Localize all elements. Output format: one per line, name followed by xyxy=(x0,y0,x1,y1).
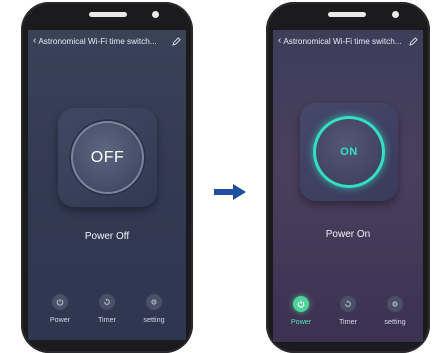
header-bar: ‹ Astronomical Wi-Fi time switch... xyxy=(28,30,186,52)
nav-label-power: Power xyxy=(290,317,312,326)
nav-label-power: Power xyxy=(49,315,71,324)
bottom-nav: Power Timer setting xyxy=(28,288,186,340)
nav-item-timer[interactable]: Timer xyxy=(85,294,129,324)
edit-pencil-icon[interactable] xyxy=(171,36,181,46)
nav-label-timer: Timer xyxy=(338,317,358,326)
switch-state-label: ON xyxy=(340,146,358,158)
transition-arrow-icon xyxy=(214,184,246,200)
edit-pencil-icon[interactable] xyxy=(408,36,418,46)
phone-on-state: ‹ Astronomical Wi-Fi time switch... ON P… xyxy=(266,2,430,353)
front-camera xyxy=(152,11,159,18)
phone-off-state: ‹ Astronomical Wi-Fi time switch... OFF … xyxy=(21,2,193,353)
front-camera xyxy=(392,11,399,18)
switch-tile: ON xyxy=(300,103,398,201)
power-toggle-button[interactable]: OFF xyxy=(69,119,146,196)
gear-icon xyxy=(387,296,403,312)
nav-label-timer: Timer xyxy=(97,315,117,324)
nav-label-setting: setting xyxy=(384,317,406,326)
power-status-text: Power On xyxy=(325,229,371,240)
power-icon xyxy=(293,296,309,312)
header-bar: ‹ Astronomical Wi-Fi time switch... xyxy=(273,30,423,52)
power-icon xyxy=(52,294,68,310)
bottom-nav: Power Timer setting xyxy=(273,290,423,342)
nav-item-timer[interactable]: Timer xyxy=(326,296,370,326)
gear-icon xyxy=(146,294,162,310)
switch-tile: OFF xyxy=(58,108,157,207)
timer-icon xyxy=(99,294,115,310)
power-status-text: Power Off xyxy=(84,231,130,242)
nav-item-power[interactable]: Power xyxy=(38,294,82,324)
back-chevron-icon[interactable]: ‹ xyxy=(33,36,36,46)
nav-item-setting[interactable]: setting xyxy=(373,296,417,326)
app-screen-on: ‹ Astronomical Wi-Fi time switch... ON P… xyxy=(273,30,423,342)
speaker-grille xyxy=(328,12,366,17)
nav-item-setting[interactable]: setting xyxy=(132,294,176,324)
power-toggle-button[interactable]: ON xyxy=(313,116,385,188)
page-title: Astronomical Wi-Fi time switch... xyxy=(38,36,157,46)
nav-label-setting: setting xyxy=(143,315,165,324)
timer-icon xyxy=(340,296,356,312)
speaker-grille xyxy=(89,12,127,17)
app-screen-off: ‹ Astronomical Wi-Fi time switch... OFF … xyxy=(28,30,186,340)
nav-item-power[interactable]: Power xyxy=(279,296,323,326)
back-chevron-icon[interactable]: ‹ xyxy=(278,36,281,46)
switch-state-label: OFF xyxy=(90,148,125,166)
page-title: Astronomical Wi-Fi time switch... xyxy=(283,36,402,46)
